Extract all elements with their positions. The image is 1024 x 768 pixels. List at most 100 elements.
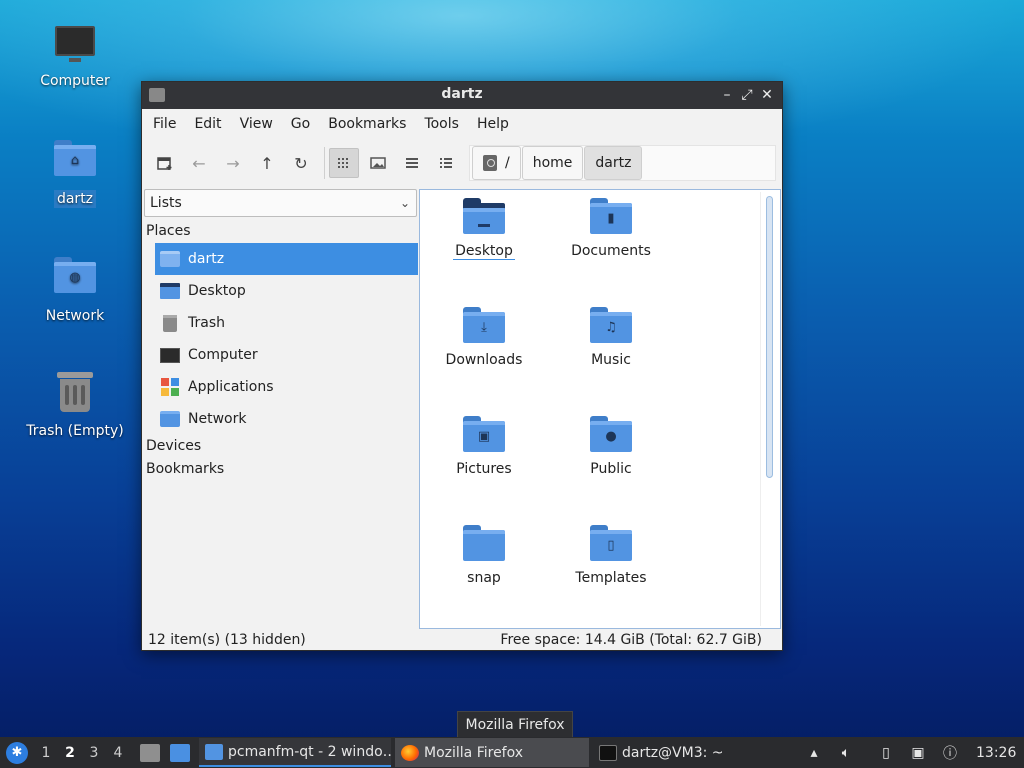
task-firefox[interactable]: Mozilla Firefox [395,738,589,767]
update-notifier-icon[interactable]: ⓘ [940,743,960,763]
tray-expand-icon[interactable]: ▴ [804,743,824,763]
public-folder-icon: ● [590,416,632,452]
file-item-label: Desktop [453,243,515,260]
back-button[interactable]: ← [184,148,214,178]
close-button[interactable]: ✕ [758,85,776,105]
file-item-label: Documents [571,243,651,259]
desktop-icon-trash[interactable]: Trash (Empty) [15,372,135,440]
file-item-downloads[interactable]: ⤓ Downloads [429,307,539,368]
workspace-2[interactable]: 2 [58,745,82,761]
sidebar-item-label: Desktop [188,283,246,299]
sidebar-item-trash[interactable]: Trash [155,307,418,339]
compact-view-button[interactable] [397,148,427,178]
chevron-down-icon: ⌄ [399,196,410,210]
file-item-label: Pictures [456,461,512,477]
menu-help[interactable]: Help [468,116,518,132]
clipboard-icon[interactable]: ▯ [876,743,896,763]
desktop-icon-label: dartz [53,190,97,208]
sidebar-item-network[interactable]: Network [155,403,418,435]
new-tab-button[interactable] [150,148,180,178]
sidebar-item-computer[interactable]: Computer [155,339,418,371]
menu-edit[interactable]: Edit [185,116,230,132]
reload-button[interactable]: ↻ [286,148,316,178]
forward-button[interactable]: → [218,148,248,178]
thumbnail-view-button[interactable] [363,148,393,178]
path-crumb-home[interactable]: home [521,146,584,180]
detailed-view-button[interactable] [431,148,461,178]
select-value: Lists [150,195,182,211]
scrollbar-thumb[interactable] [766,196,773,478]
menu-tools[interactable]: Tools [415,116,468,132]
network-status-icon[interactable]: ▣ [908,743,928,763]
file-item-pictures[interactable]: ▣ Pictures [429,416,539,477]
icon-view-button[interactable] [329,148,359,178]
file-item-label: Music [591,352,631,368]
path-crumb-dartz[interactable]: dartz [584,146,643,180]
file-item-snap[interactable]: snap [429,525,539,586]
task-pcmanfm[interactable]: pcmanfm-qt - 2 windo… [199,738,391,767]
sidebar-item-desktop[interactable]: Desktop [155,275,418,307]
computer-icon [51,22,99,66]
desktop-icon-home[interactable]: ⌂ dartz [15,140,135,208]
path-crumb-root[interactable]: / [472,146,521,180]
new-tab-icon [157,157,172,170]
minimize-button[interactable]: – [718,85,736,105]
crumb-label: dartz [595,155,632,171]
bookmarks-heading[interactable]: Bookmarks [144,458,419,481]
trash-icon [160,313,180,333]
vertical-scrollbar[interactable] [760,192,778,626]
desktop-icon-label: Computer [40,73,110,89]
crumb-label: home [532,155,573,171]
start-menu-button[interactable]: ✱ [6,741,28,764]
toolbar-separator [324,147,325,179]
menu-file[interactable]: File [144,116,185,132]
toolbar: ← → ↑ ↻ / home dartz [142,139,782,187]
network-icon [160,409,180,429]
workspace-3[interactable]: 3 [82,745,106,761]
file-item-label: snap [467,570,501,586]
path-bar: / home dartz [469,145,776,181]
grid-view-icon [338,158,348,168]
applications-icon [160,377,180,397]
file-item-documents[interactable]: ▮ Documents [556,198,666,259]
sidebar-item-label: Network [188,411,247,427]
menu-bookmarks[interactable]: Bookmarks [319,116,415,132]
volume-icon[interactable]: 🔈︎ [836,743,856,763]
show-desktop-icon[interactable] [170,743,190,762]
task-terminal[interactable]: dartz@VM3: ~ [593,738,793,767]
file-item-music[interactable]: ♫ Music [556,307,666,368]
file-item-desktop[interactable]: Desktop [429,198,539,260]
workspace-4[interactable]: 4 [106,745,130,761]
places-heading[interactable]: Places [144,220,419,243]
clock[interactable]: 13:26 [976,745,1020,761]
music-folder-icon: ♫ [590,307,632,343]
task-label: pcmanfm-qt - 2 windo… [228,743,391,760]
image-icon [370,157,386,169]
window-titlebar[interactable]: dartz – ⤢ ✕ [142,82,782,109]
trash-icon [51,372,99,416]
desktop-icon-network[interactable]: ◍ Network [15,257,135,325]
folder-icon [463,525,505,561]
workspace-1[interactable]: 1 [34,745,58,761]
menu-view[interactable]: View [231,116,282,132]
file-view[interactable]: Desktop ▮ Documents ⤓ Downloads ♫ Music … [419,189,781,629]
sidebar-item-applications[interactable]: Applications [155,371,418,403]
menu-bar: File Edit View Go Bookmarks Tools Help [142,109,782,139]
reload-icon: ↻ [294,153,308,173]
side-pane-mode-select[interactable]: Lists ⌄ [144,189,417,217]
desktop-icon-computer[interactable]: Computer [15,22,135,90]
maximize-button[interactable]: ⤢ [738,85,756,105]
file-item-templates[interactable]: ▯ Templates [556,525,666,586]
sidebar-item-dartz[interactable]: dartz [155,243,418,275]
file-manager-launcher-icon[interactable] [140,743,160,762]
status-bar: 12 item(s) (13 hidden) Free space: 14.4 … [142,629,782,651]
up-button[interactable]: ↑ [252,148,282,178]
desktop-folder-icon [463,198,505,234]
sidebar-item-label: dartz [188,251,225,267]
menu-go[interactable]: Go [282,116,319,132]
file-item-public[interactable]: ● Public [556,416,666,477]
home-folder-icon [160,249,180,269]
taskbar-tooltip: Mozilla Firefox [457,711,573,738]
network-folder-icon: ◍ [51,257,99,301]
devices-heading[interactable]: Devices [144,435,419,458]
